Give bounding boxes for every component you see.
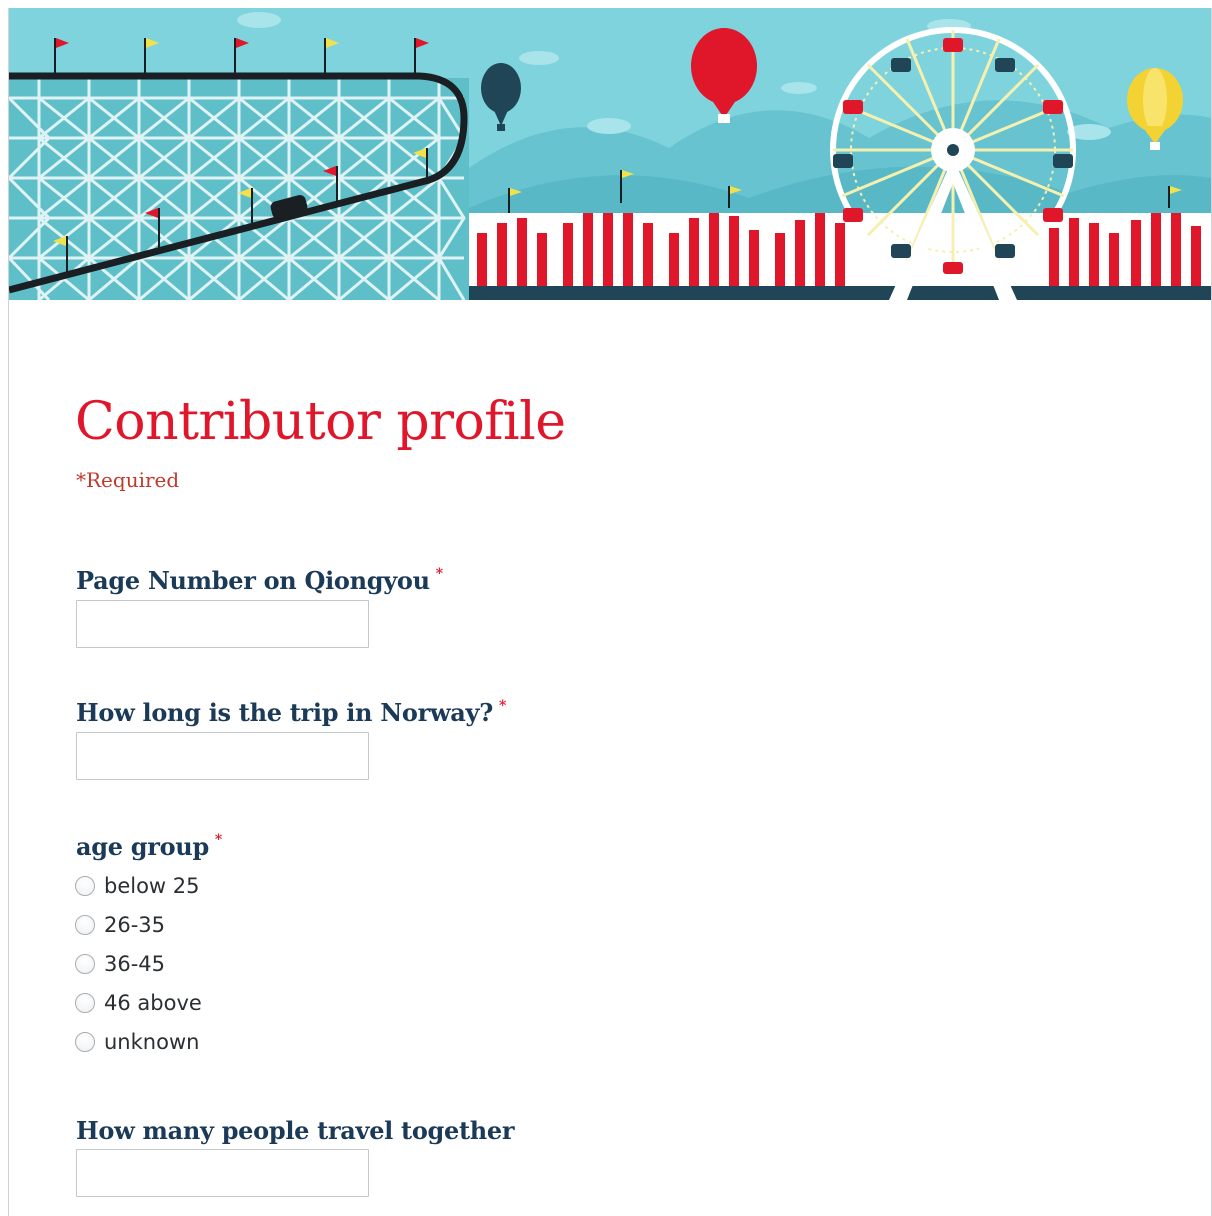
radio-label: unknown [104,1030,200,1054]
required-note: *Required [76,468,180,492]
question-label: Page Number on Qiongyou [76,566,430,595]
radio-option-26-35[interactable]: 26-35 [75,911,165,939]
page-number-input[interactable] [76,600,369,648]
radio-button[interactable] [75,1032,95,1052]
required-star: * [214,832,222,848]
radio-button[interactable] [75,993,95,1013]
radio-label: 46 above [104,991,202,1015]
form-title: Contributor profile [75,392,566,452]
group-size-input[interactable] [76,1149,369,1197]
radio-label: below 25 [104,874,200,898]
question-page-number: Page Number on Qiongyou * [76,566,443,595]
trip-length-input[interactable] [76,732,369,780]
question-group-size: How many people travel together [76,1116,515,1145]
roller-coaster-illustration [9,38,469,300]
radio-label: 26-35 [104,913,166,937]
radio-option-36-45[interactable]: 36-45 [75,950,165,978]
radio-button[interactable] [75,915,95,935]
question-age-group: age group * [76,832,222,861]
radio-option-below-25[interactable]: below 25 [75,872,200,900]
radio-option-unknown[interactable]: unknown [75,1028,199,1056]
form-container: Contributor profile *Required Page Numbe… [8,8,1212,1216]
question-label: How long is the trip in Norway? [76,698,493,727]
required-star: * [435,566,443,582]
required-star: * [498,698,507,714]
header-banner [9,8,1211,300]
question-label: age group [76,832,209,861]
radio-button[interactable] [75,876,95,896]
radio-label: 36-45 [104,952,166,976]
radio-button[interactable] [75,954,95,974]
question-trip-length: How long is the trip in Norway? * [76,698,506,727]
question-label: How many people travel together [76,1116,515,1145]
radio-option-46-above[interactable]: 46 above [75,989,202,1017]
